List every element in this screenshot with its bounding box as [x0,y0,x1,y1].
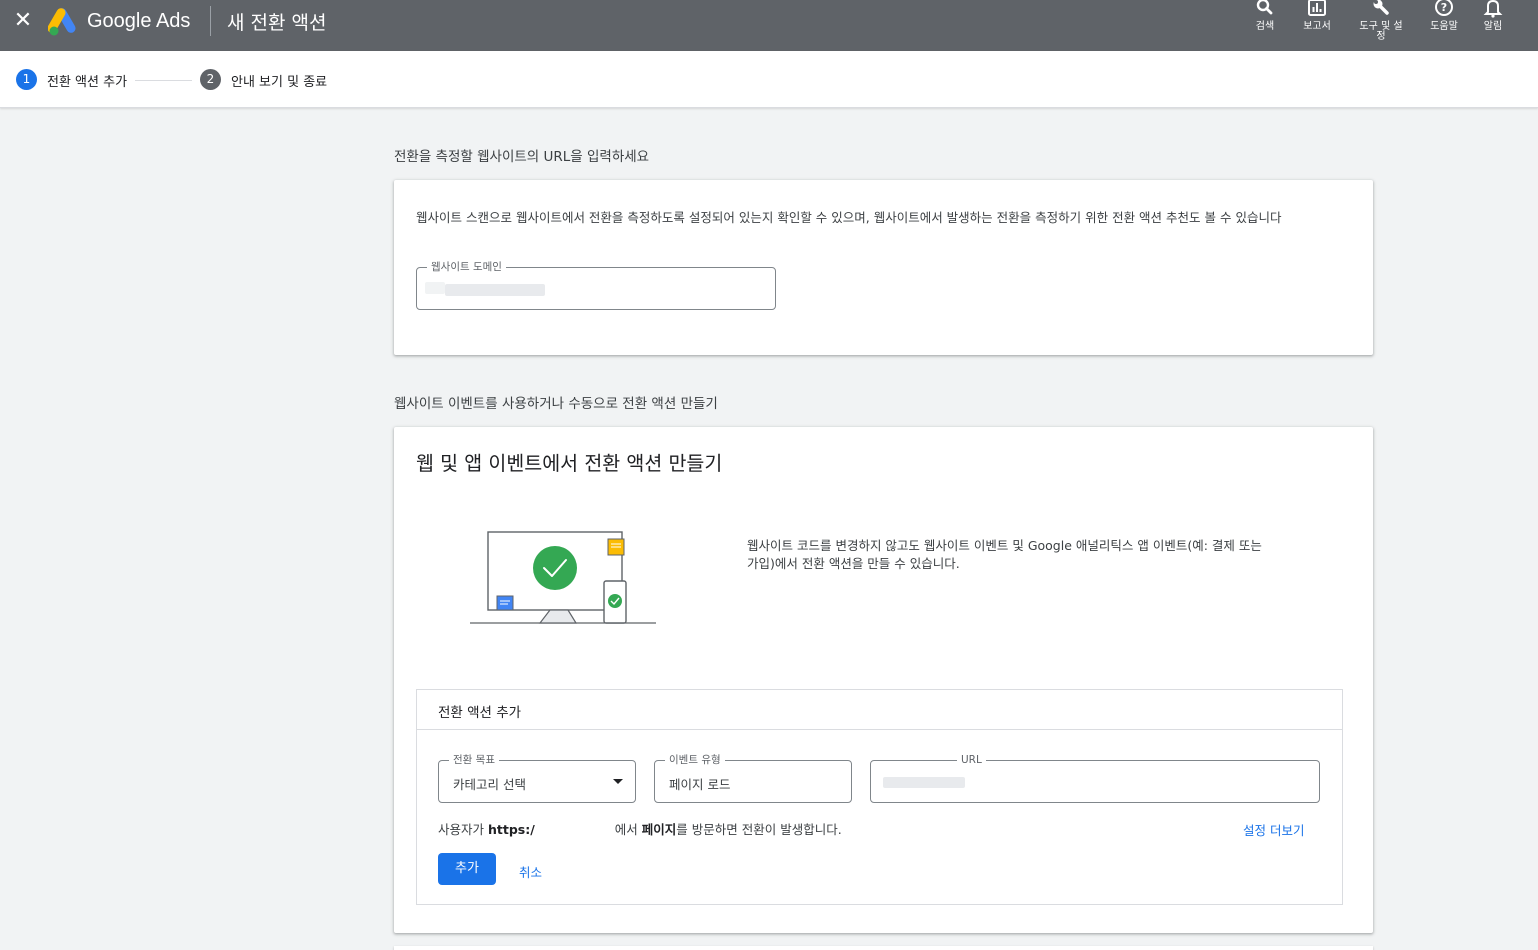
help-icon: ? [1435,0,1453,16]
sentence-prefix: 사용자가 [438,822,488,837]
sentence-page: 페이지 [641,822,677,837]
tools-settings-tool-label: 도구 및 설정 [1359,21,1403,42]
search-tool[interactable]: 검색 [1250,0,1280,51]
top-app-bar: ✕ Google Ads 새 전환 액션 검색 보고서 도구 및 설정 ? 도움… [0,0,1538,51]
reports-icon [1308,0,1326,16]
devices-illustration [470,531,656,624]
svg-text:?: ? [1441,1,1447,14]
events-info-text: 웹사이트 코드를 변경하지 않고도 웹사이트 이벤트 및 Google 애널리틱… [747,538,1262,571]
tools-settings-tool[interactable]: 도구 및 설정 [1355,0,1407,51]
conversion-rule-sentence: 사용자가 https:/ 에서 페이지를 방문하면 전환이 발생합니다. [438,819,842,838]
sentence-url: https:/ [487,822,535,837]
reports-tool[interactable]: 보고서 [1298,0,1336,51]
url-card: 웹사이트 스캔으로 웹사이트에서 전환을 측정하도록 설정되어 있는지 확인할 … [394,180,1373,355]
conversion-goal-select[interactable]: 전환 목표 카테고리 선택 [438,753,636,803]
reports-tool-label: 보고서 [1303,21,1331,32]
google-ads-logo [48,8,76,36]
more-settings-link[interactable]: 설정 더보기 [1243,820,1304,839]
add-conversion-title: 전환 액션 추가 [438,705,522,721]
wrench-icon [1373,0,1389,15]
cancel-button[interactable]: 취소 [519,862,542,881]
events-card-title: 웹 및 앱 이벤트에서 전환 액션 만들기 [416,452,723,475]
add-button[interactable]: 추가 [438,853,496,885]
events-section-heading: 웹사이트 이벤트를 사용하거나 수동으로 전환 액션 만들기 [394,396,718,412]
help-tool-label: 도움말 [1430,21,1458,32]
sentence-mid: 에서 [614,822,642,837]
stepper: 1 전환 액션 추가 2 안내 보기 및 종료 [0,51,1538,108]
search-icon [1256,0,1273,15]
redacted-value [883,777,965,788]
step-2-label[interactable]: 안내 보기 및 종료 [231,71,327,90]
help-tool[interactable]: ? 도움말 [1426,0,1462,51]
redacted-value [425,282,445,294]
dropdown-arrow-icon [613,779,623,784]
step-1-number: 1 [16,69,37,90]
url-field[interactable]: URL [870,753,1320,803]
header-divider [210,6,211,36]
website-domain-field[interactable]: 웹사이트 도메인 [416,260,776,310]
search-tool-label: 검색 [1255,21,1275,32]
bell-icon [1483,0,1503,18]
notifications-tool-label: 알림 [1483,21,1503,32]
url-card-description: 웹사이트 스캔으로 웹사이트에서 전환을 측정하도록 설정되어 있는지 확인할 … [416,210,1282,225]
next-card-edge [394,946,1373,950]
conversion-goal-value: 카테고리 선택 [453,777,526,792]
close-button[interactable]: ✕ [12,9,34,33]
website-domain-label: 웹사이트 도메인 [427,260,506,274]
conversion-goal-label: 전환 목표 [449,753,499,767]
step-2-number: 2 [200,69,221,90]
add-conversion-header: 전환 액션 추가 [417,690,1342,730]
event-type-field[interactable]: 이벤트 유형 페이지 로드 [654,753,852,803]
step-connector [135,80,192,81]
event-type-label: 이벤트 유형 [665,753,725,767]
events-card: 웹 및 앱 이벤트에서 전환 액션 만들기 웹사이트 코드를 변경하지 않고도 … [394,427,1373,933]
event-type-value: 페이지 로드 [669,777,731,792]
redacted-value [534,824,615,837]
url-section-heading: 전환을 측정할 웹사이트의 URL을 입력하세요 [394,149,650,165]
page-title: 새 전환 액션 [227,12,327,34]
step-1-label[interactable]: 전환 액션 추가 [47,71,127,90]
add-conversion-panel: 전환 액션 추가 전환 목표 카테고리 선택 이벤트 유형 페이지 로드 URL… [416,689,1343,905]
sentence-suffix: 를 방문하면 전환이 발생합니다. [676,822,842,837]
url-label: URL [957,753,986,767]
brand-name: Google Ads [87,10,191,32]
redacted-value [445,284,545,296]
notifications-tool[interactable]: 알림 [1479,0,1507,51]
